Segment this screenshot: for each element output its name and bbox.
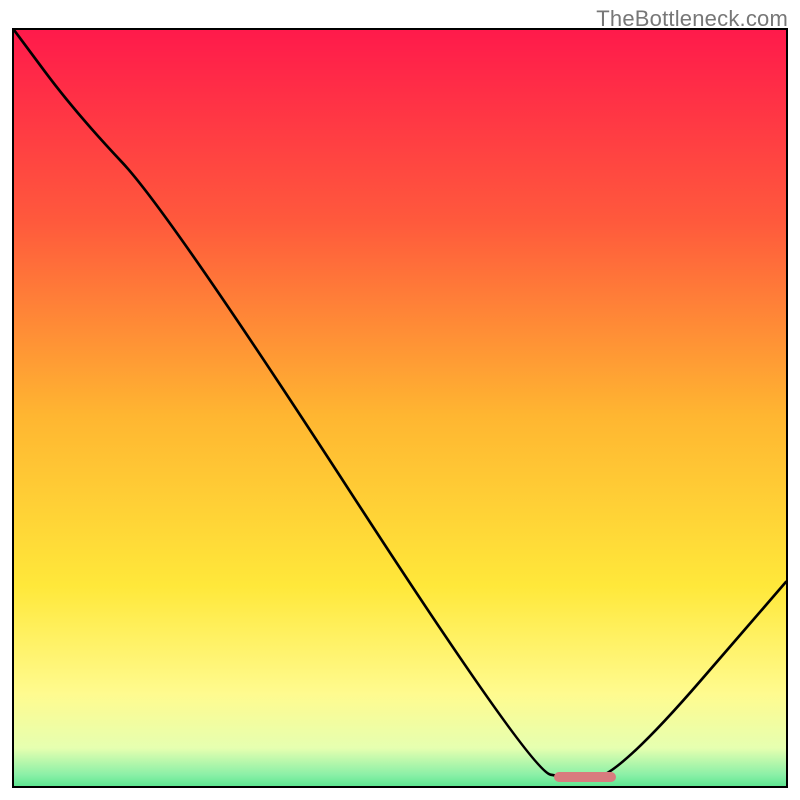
bottleneck-curve — [14, 30, 786, 786]
plot-frame — [12, 28, 788, 788]
minimum-marker — [554, 772, 616, 782]
